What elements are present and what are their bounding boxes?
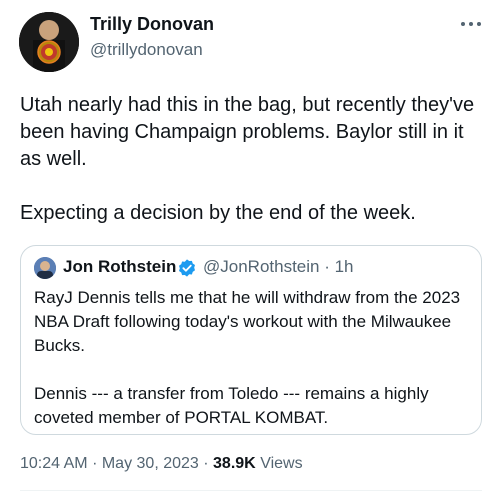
author-handle[interactable]: @trillydonovan <box>90 40 203 60</box>
profile-photo-icon <box>34 257 56 279</box>
author-avatar[interactable] <box>19 12 79 72</box>
tweet-text: Utah nearly had this in the bag, but rec… <box>20 92 490 227</box>
tweet-time[interactable]: 10:24 AM <box>20 455 88 472</box>
tweet-meta: 10:24 AM · May 30, 2023 · 38.9K Views <box>20 455 303 473</box>
tweet-paragraph: Utah nearly had this in the bag, but rec… <box>20 94 475 170</box>
views-count: 38.9K <box>213 455 256 472</box>
quoted-author-name[interactable]: Jon Rothstein <box>63 257 176 277</box>
verified-badge-icon <box>177 258 197 278</box>
divider <box>20 490 482 491</box>
author-display-name[interactable]: Trilly Donovan <box>90 14 214 35</box>
profile-photo-icon <box>19 12 79 72</box>
quoted-tweet-text: RayJ Dennis tells me that he will withdr… <box>34 286 474 430</box>
quoted-paragraph: Dennis --- a transfer from Toledo --- re… <box>34 384 429 427</box>
tweet-paragraph: Expecting a decision by the end of the w… <box>20 202 416 224</box>
quoted-tweet[interactable]: Jon Rothstein @JonRothstein · 1h RayJ De… <box>20 245 482 435</box>
more-dots-icon[interactable] <box>458 14 484 34</box>
meta-separator: · <box>203 455 209 472</box>
views-label: Views <box>260 455 303 472</box>
meta-separator: · <box>92 455 98 472</box>
quoted-author-avatar[interactable] <box>34 257 56 279</box>
quoted-paragraph: RayJ Dennis tells me that he will withdr… <box>34 288 461 355</box>
quoted-author-handle-time[interactable]: @JonRothstein · 1h <box>203 257 354 277</box>
tweet-card: Trilly Donovan @trillydonovan Utah nearl… <box>0 0 502 500</box>
tweet-date[interactable]: May 30, 2023 <box>102 455 199 472</box>
